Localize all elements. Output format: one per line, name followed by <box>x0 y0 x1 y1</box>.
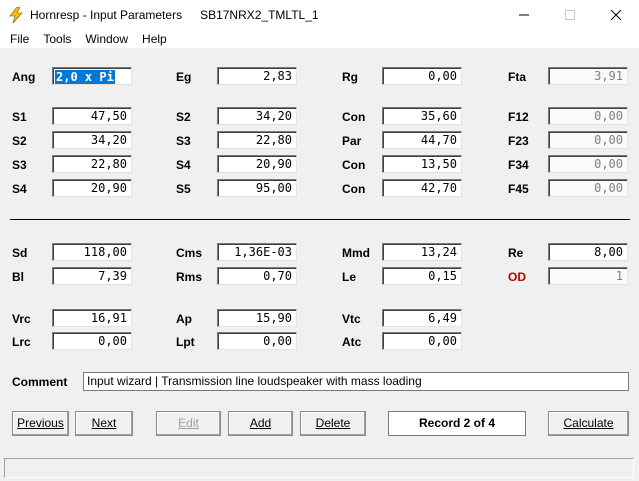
mmd-field[interactable]: 13,24 <box>382 243 462 261</box>
vtc-label: Vtc <box>342 312 361 326</box>
f34-field: 0,00 <box>548 155 628 173</box>
s4-field[interactable]: 20,90 <box>52 179 132 197</box>
rg-label: Rg <box>342 70 358 84</box>
mmd-label: Mmd <box>342 246 370 260</box>
eg-label: Eg <box>176 70 192 84</box>
calculate-button-label: Calculate <box>563 416 614 430</box>
menu-help[interactable]: Help <box>135 30 174 48</box>
s5-label: S5 <box>176 182 191 196</box>
sd-label: Sd <box>12 246 28 260</box>
con2-label: Con <box>342 158 366 172</box>
delete-button-label: Delete <box>315 416 351 430</box>
le-field[interactable]: 0,15 <box>382 267 462 285</box>
ap-field[interactable]: 15,90 <box>217 309 297 327</box>
le-label: Le <box>342 270 357 284</box>
ap-label: Ap <box>176 312 192 326</box>
cms-field[interactable]: 1,36E-03 <box>217 243 297 261</box>
fta-label: Fta <box>508 70 526 84</box>
add-button-label: Add <box>249 416 272 430</box>
ang-label: Ang <box>12 70 36 84</box>
f34-label: F34 <box>508 158 529 172</box>
f45-field: 0,00 <box>548 179 628 197</box>
title-bar[interactable]: Hornresp - Input Parameters SB17NRX2_TMLT… <box>0 0 639 30</box>
next-button-label: Next <box>91 416 117 430</box>
rms-label: Rms <box>176 270 203 284</box>
rg-field[interactable]: 0,00 <box>382 67 462 85</box>
delete-button[interactable]: Delete <box>300 411 366 436</box>
s2-label-col2: S2 <box>176 110 191 124</box>
lpt-label: Lpt <box>176 335 195 349</box>
s1-label: S1 <box>12 110 27 124</box>
status-bar <box>4 458 634 478</box>
s3-field[interactable]: 22,80 <box>52 155 132 173</box>
minimize-icon <box>519 14 529 16</box>
menu-window[interactable]: Window <box>78 30 135 48</box>
s5-field[interactable]: 95,00 <box>217 179 297 197</box>
lrc-field[interactable]: 0,00 <box>52 332 132 350</box>
f45-label: F45 <box>508 182 529 196</box>
od-field: 1 <box>548 267 628 285</box>
previous-button-label: Previous <box>17 416 64 430</box>
s4-label: S4 <box>12 182 27 196</box>
s2-field[interactable]: 34,20 <box>52 131 132 149</box>
lpt-field[interactable]: 0,00 <box>217 332 297 350</box>
bl-label: Bl <box>12 270 24 284</box>
ang-field[interactable]: 2,0 x Pi <box>52 67 132 85</box>
menu-file[interactable]: File <box>0 30 36 48</box>
window-title: Hornresp - Input Parameters SB17NRX2_TMLT… <box>30 8 319 22</box>
rms-field[interactable]: 0,70 <box>217 267 297 285</box>
maximize-icon <box>565 10 575 20</box>
atc-label: Atc <box>342 335 362 349</box>
sd-field[interactable]: 118,00 <box>52 243 132 261</box>
con3-label: Con <box>342 182 366 196</box>
vrc-field[interactable]: 16,91 <box>52 309 132 327</box>
s3-label: S3 <box>12 158 27 172</box>
calculate-button[interactable]: Calculate <box>548 411 629 436</box>
con1-label: Con <box>342 110 366 124</box>
re-field[interactable]: 8,00 <box>548 243 628 261</box>
par-field[interactable]: 44,70 <box>382 131 462 149</box>
add-button[interactable]: Add <box>228 411 293 436</box>
f23-label: F23 <box>508 134 529 148</box>
s2-label: S2 <box>12 134 27 148</box>
s2-field-col2[interactable]: 34,20 <box>217 107 297 125</box>
atc-field[interactable]: 0,00 <box>382 332 462 350</box>
cms-label: Cms <box>176 246 203 260</box>
con1-field[interactable]: 35,60 <box>382 107 462 125</box>
f12-field: 0,00 <box>548 107 628 125</box>
s1-field[interactable]: 47,50 <box>52 107 132 125</box>
minimize-button[interactable] <box>501 0 547 30</box>
menu-bar: File Tools Window Help <box>0 30 639 48</box>
s3-field-col2[interactable]: 22,80 <box>217 131 297 149</box>
vrc-label: Vrc <box>12 312 31 326</box>
section-divider <box>10 219 630 220</box>
s3-label-col2: S3 <box>176 134 191 148</box>
par-label: Par <box>342 134 362 148</box>
comment-field[interactable]: Input wizard | Transmission line loudspe… <box>83 372 629 391</box>
close-button[interactable] <box>593 0 639 30</box>
comment-label: Comment <box>12 375 68 389</box>
previous-button[interactable]: Previous <box>12 411 69 436</box>
next-button[interactable]: Next <box>75 411 133 436</box>
edit-button: Edit <box>156 411 221 436</box>
f12-label: F12 <box>508 110 529 124</box>
con3-field[interactable]: 42,70 <box>382 179 462 197</box>
con2-field[interactable]: 13,50 <box>382 155 462 173</box>
lrc-label: Lrc <box>12 335 31 349</box>
record-indicator: Record 2 of 4 <box>388 411 526 436</box>
vtc-field[interactable]: 6,49 <box>382 309 462 327</box>
s4-label-col2: S4 <box>176 158 191 172</box>
od-label: OD <box>508 270 526 284</box>
bl-field[interactable]: 7,39 <box>52 267 132 285</box>
lightning-bolt-icon <box>9 7 23 23</box>
close-icon <box>611 10 621 20</box>
edit-button-label: Edit <box>178 416 199 430</box>
maximize-button[interactable] <box>547 0 593 30</box>
fta-field: 3,91 <box>548 67 628 85</box>
s4-field-col2[interactable]: 20,90 <box>217 155 297 173</box>
re-label: Re <box>508 246 524 260</box>
eg-field[interactable]: 2,83 <box>217 67 297 85</box>
menu-tools[interactable]: Tools <box>36 30 78 48</box>
f23-field: 0,00 <box>548 131 628 149</box>
